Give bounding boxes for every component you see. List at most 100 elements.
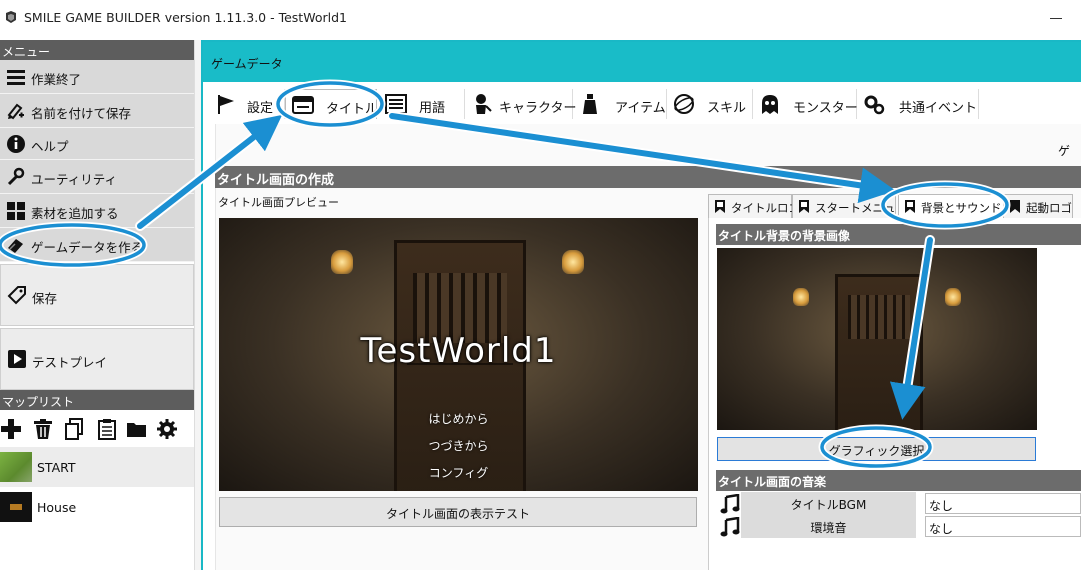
tab-label: スキル [707,101,747,116]
lamp-image [793,288,809,306]
menu-item-label: ヘルプ [31,139,69,154]
subtab-background-sound[interactable]: 背景とサウンド [898,194,1010,218]
map-item-label: START [37,460,76,475]
menu-item-quit[interactable]: 作業終了 [0,60,194,94]
map-item-label: House [37,500,77,515]
tab-bar: 設定 タイトル 用語 キャラクター アイテム スキル モンスター 共通イベント [203,82,1081,122]
sound-row-ambient: 環境音 なし [716,515,1081,538]
menu-item-label: ユーティリティ [31,172,118,187]
menu-item-label: 作業終了 [31,72,82,87]
preview-menu-continue: つづきから [428,439,489,453]
sound-row-bgm: タイトルBGM なし [716,492,1081,515]
tab-character[interactable]: キャラクター [465,89,577,119]
menu-item-label: テストプレイ [32,355,108,370]
tab-settings[interactable]: 設定 [209,89,285,119]
main-header-title: ゲームデータ [211,57,283,71]
tab-label: キャラクター [499,101,577,116]
window-title: SMILE GAME BUILDER version 1.11.3.0 - Te… [24,10,347,25]
copy-icon[interactable] [64,418,86,440]
menu-item-label: 保存 [32,291,58,306]
bg-image-header: タイトル背景の背景画像 [716,224,1081,245]
tag-icon [7,286,26,305]
door-image [835,274,923,430]
menu-item-save[interactable]: 保存 [0,264,194,326]
subtab-start-menu[interactable]: スタートメニュー [792,194,896,218]
preview-game-title: TestWorld1 [360,331,557,371]
lamp-image [331,250,353,274]
subtab-label: 背景とサウンド [921,201,1002,215]
menu-item-label: 素材を追加する [31,206,119,221]
eraser-icon [8,239,23,253]
clipboard-icon[interactable] [96,418,118,440]
map-item-start[interactable]: START [0,447,194,487]
grid-icon [7,202,25,220]
main-header: ゲームデータ [203,42,1081,82]
bookmark-icon [715,200,725,213]
subtab-label: タイトルロゴ [731,201,800,215]
tab-title[interactable]: タイトル [285,89,379,119]
play-icon [8,350,26,368]
bookmark-icon [799,200,809,213]
hamburger-icon [7,70,25,85]
subtab-label: スタートメニュー [815,201,896,215]
menu-item-save-as[interactable]: 名前を付けて保存 [0,94,194,128]
menu-item-label: ゲームデータを作る [31,240,144,255]
sidebar-splitter[interactable] [194,40,201,570]
sound-name: タイトルBGM [741,492,916,515]
potion-icon [583,94,597,114]
lamp-image [945,288,961,306]
subtab-label: 起動ロゴ [1026,201,1072,215]
tab-label: アイテム [615,101,666,116]
map-item-house[interactable]: House [0,487,194,527]
menu-item-label: 名前を付けて保存 [31,106,132,121]
character-icon [476,94,492,114]
graphic-select-button[interactable]: グラフィック選択 [717,437,1036,461]
flag-icon [218,95,234,114]
menu-item-testplay[interactable]: テストプレイ [0,328,194,390]
ambient-select[interactable]: なし [925,516,1081,537]
info-icon [7,135,25,153]
folder-icon[interactable] [126,418,148,440]
maplist-toolbar [0,410,194,446]
preview-label: タイトル画面プレビュー [218,196,339,209]
app-icon [6,11,16,23]
music-note-icon [720,517,740,537]
gears-icon [864,95,885,115]
tab-terms[interactable]: 用語 [379,89,465,119]
preview-menu-new-game: はじめから [428,412,489,426]
tab-label: モンスター [793,101,858,116]
tab-label: 設定 [247,101,274,116]
save-as-icon [7,103,24,120]
subtab-bar: タイトルロゴ スタートメニュー 背景とサウンド 起動ロゴ [708,194,1081,218]
subtab-title-logo[interactable]: タイトルロゴ [708,194,800,218]
window-icon [292,96,314,114]
tab-monster[interactable]: モンスター [753,89,858,119]
tab-label: 共通イベント [899,101,978,116]
tab-label: タイトル [326,102,379,117]
tab-label: 用語 [419,101,446,116]
orbit-icon [674,94,694,114]
add-icon[interactable] [0,418,22,440]
gear-icon[interactable] [156,418,178,440]
menu-header: メニュー [0,40,196,60]
menu-item-add-material[interactable]: 素材を追加する [0,194,194,228]
tab-item[interactable]: アイテム [573,89,667,119]
minimize-button[interactable] [1050,18,1062,19]
menu-item-utility[interactable]: ユーティリティ [0,160,194,194]
wrench-icon [7,167,25,186]
ghost-icon [762,95,778,114]
trash-icon[interactable] [32,418,54,440]
bgm-select[interactable]: なし [925,493,1081,514]
sound-name: 環境音 [741,515,916,538]
music-header: タイトル画面の音楽 [716,470,1081,491]
maplist-header: マップリスト [0,390,196,410]
tab-skill[interactable]: スキル [667,89,753,119]
menu-item-help[interactable]: ヘルプ [0,128,194,160]
subtab-boot-logo[interactable]: 起動ロゴ [1003,194,1073,218]
list-icon [385,94,407,114]
tab-common-event[interactable]: 共通イベント [857,89,979,119]
map-thumbnail [0,452,32,482]
menu-item-make-game-data[interactable]: ゲームデータを作る [0,228,194,262]
title-display-test-button[interactable]: タイトル画面の表示テスト [219,497,697,527]
preview-menu-config: コンフィグ [428,466,489,480]
